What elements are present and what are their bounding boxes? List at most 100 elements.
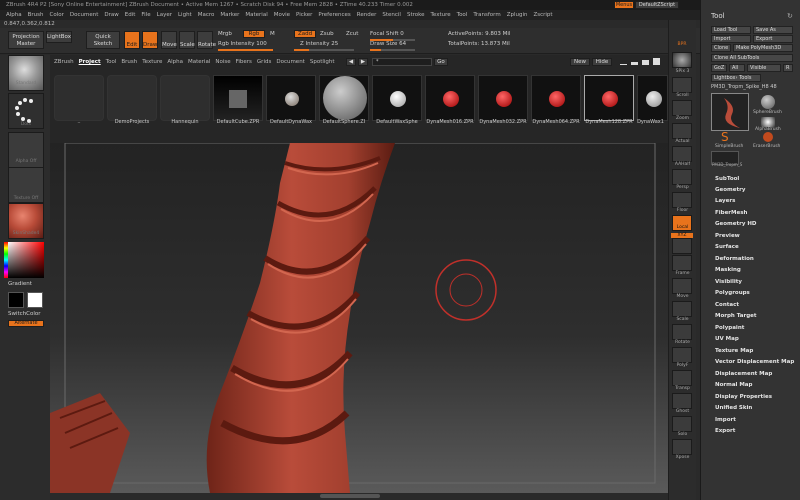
menu-stroke[interactable]: Stroke (407, 12, 425, 18)
alpha-brush-icon[interactable] (761, 117, 775, 127)
mrgb-toggle[interactable]: Mrgb (218, 31, 232, 37)
menu-preferences[interactable]: Preferences (318, 12, 350, 18)
menu-subtool[interactable]: SubTool (715, 176, 739, 182)
menu-import[interactable]: Import (715, 417, 736, 423)
menu-unified-skin[interactable]: Unified Skin (715, 405, 752, 411)
menu-material[interactable]: Material (245, 12, 267, 18)
scale-button[interactable]: Scale (179, 31, 195, 49)
menu-brush[interactable]: Brush (28, 12, 44, 18)
zcut-toggle[interactable]: Zcut (346, 31, 358, 37)
default-zscript-button[interactable]: DefaultZScript (635, 1, 679, 9)
menu-texture[interactable]: Texture (431, 12, 451, 18)
menu-zscript[interactable]: Zscript (533, 12, 552, 18)
floor-button[interactable] (672, 192, 692, 208)
menu-document[interactable]: Document (70, 12, 99, 18)
project-thumb-dynamesh016[interactable] (425, 75, 475, 121)
clone-button[interactable]: Clone (711, 44, 731, 52)
nav-left-icon[interactable]: ◀ (346, 58, 356, 66)
menu-file[interactable]: File (141, 12, 150, 18)
menu-tool[interactable]: Tool (457, 12, 468, 18)
transp-button[interactable] (672, 370, 692, 386)
menu-alpha[interactable]: Alpha (6, 12, 22, 18)
persp-button[interactable] (672, 169, 692, 185)
lightbox-tools-button[interactable]: Lightbox› Tools (711, 74, 761, 82)
scale-view-button[interactable] (672, 301, 692, 317)
new-button[interactable]: New (570, 58, 590, 66)
gradient-label[interactable]: Gradient (8, 281, 32, 287)
menu-geometry[interactable]: Geometry (715, 187, 745, 193)
tab-texture[interactable]: Texture (142, 59, 162, 65)
menu-deformation[interactable]: Deformation (715, 256, 754, 262)
nav-right-icon[interactable]: ▶ (358, 58, 368, 66)
menu-masking[interactable]: Masking (715, 267, 741, 273)
actual-button[interactable] (672, 123, 692, 139)
project-thumb-sphere[interactable] (319, 75, 369, 121)
menu-light[interactable]: Light (178, 12, 192, 18)
menu-fibermesh[interactable]: FiberMesh (715, 210, 747, 216)
menu-movie[interactable]: Movie (274, 12, 290, 18)
projection-master-button[interactable]: Projection Master (8, 31, 44, 49)
tab-noise[interactable]: Noise (215, 59, 230, 65)
menu-vector-displacement-map[interactable]: Vector Displacement Map (715, 359, 794, 365)
tab-fibers[interactable]: Fibers (236, 59, 252, 65)
aahalf-button[interactable] (672, 146, 692, 162)
goz-button[interactable]: GoZ (711, 64, 727, 72)
move-button[interactable]: Move (161, 31, 177, 49)
menu-picker[interactable]: Picker (296, 12, 312, 18)
folder-icon[interactable] (160, 75, 210, 121)
ghost-button[interactable] (672, 393, 692, 409)
tab-material[interactable]: Material (188, 59, 210, 65)
menu-layers[interactable]: Layers (715, 198, 735, 204)
hide-button[interactable]: Hide (592, 58, 612, 66)
simple-brush-icon[interactable]: S (721, 131, 729, 143)
rgb-toggle[interactable]: Rgb (243, 30, 265, 38)
load-tool-button[interactable]: Load Tool (711, 26, 751, 34)
menu-transform[interactable]: Transform (473, 12, 500, 18)
rotate-view-button[interactable] (672, 324, 692, 340)
tab-grids[interactable]: Grids (257, 59, 271, 65)
rotate-button[interactable]: Rotate (197, 31, 216, 49)
menu-draw[interactable]: Draw (104, 12, 118, 18)
draw-button[interactable]: Draw (142, 31, 158, 49)
z-intensity-slider[interactable] (294, 49, 354, 51)
secondary-color-swatch[interactable] (27, 292, 43, 308)
frame-button[interactable] (672, 255, 692, 271)
rgb-intensity-slider[interactable] (218, 49, 273, 51)
lightbox-button[interactable]: LightBox (46, 31, 72, 43)
menu-stencil[interactable]: Stencil (382, 12, 401, 18)
rotate-tool-icon[interactable]: ↻ (787, 12, 793, 20)
project-thumb-dynawax[interactable] (266, 75, 316, 121)
color-picker[interactable] (8, 242, 44, 278)
folder-up-icon[interactable] (54, 75, 104, 121)
r-button[interactable]: R (783, 64, 793, 72)
import-button[interactable]: Import (711, 35, 751, 43)
scroll-button[interactable] (672, 77, 692, 93)
alternate-button[interactable]: Alternate (8, 320, 44, 327)
bpr-button[interactable] (672, 52, 692, 68)
tab-project[interactable]: Project (79, 59, 101, 65)
menu-displacement-map[interactable]: Displacement Map (715, 371, 772, 377)
switch-color-button[interactable]: SwitchColor (8, 311, 41, 317)
menu-surface[interactable]: Surface (715, 244, 739, 250)
xyz-icon[interactable] (672, 238, 692, 254)
draw-size-slider[interactable] (370, 49, 415, 51)
tab-tool[interactable]: Tool (106, 59, 117, 65)
main-color-swatch[interactable] (8, 292, 24, 308)
current-tool-thumb[interactable] (711, 93, 749, 131)
polyf-button[interactable] (672, 347, 692, 363)
canvas-scrollbar[interactable] (320, 494, 380, 498)
project-thumb-dynamesh064[interactable] (531, 75, 581, 121)
hue-strip[interactable] (4, 242, 8, 278)
menu-geometry-hd[interactable]: Geometry HD (715, 221, 757, 227)
visible-button[interactable]: Visible (747, 64, 781, 72)
go-button[interactable]: Go (434, 58, 448, 66)
clone-all-subtools-button[interactable]: Clone All SubTools (711, 54, 793, 62)
sphere-brush-icon[interactable] (761, 95, 775, 109)
quick-sketch-button[interactable]: Quick Sketch (86, 31, 120, 49)
tab-alpha[interactable]: Alpha (167, 59, 183, 65)
tab-brush[interactable]: Brush (121, 59, 137, 65)
menu-render[interactable]: Render (357, 12, 377, 18)
edit-button[interactable]: Edit (124, 31, 140, 49)
project-thumb-cube[interactable] (213, 75, 263, 121)
zsub-toggle[interactable]: Zsub (320, 31, 334, 37)
